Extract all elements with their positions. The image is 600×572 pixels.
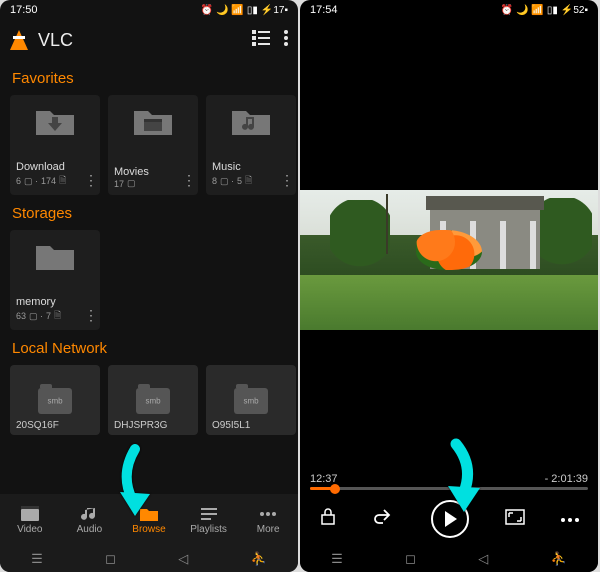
alarm-icon: ⏰	[501, 5, 513, 16]
playlists-icon	[199, 506, 219, 522]
card-more-icon[interactable]: ⋮	[84, 307, 98, 324]
local-network-row: smb 20SQ16F smb DHJSPR3G smb O95I5L1	[0, 365, 298, 435]
nav-video[interactable]: Video	[0, 494, 60, 546]
local-network-section-title: Local Network	[0, 330, 298, 365]
recent-apps-button[interactable]: ☰	[31, 551, 43, 567]
smb-folder-icon: smb	[136, 388, 170, 414]
recent-apps-button[interactable]: ☰	[331, 551, 343, 567]
time-remaining: - 2:01:39	[545, 473, 588, 485]
signal-icon: ▯▮	[247, 5, 258, 16]
favorite-music[interactable]: Music 8▢ · 5🗎 ⋮	[206, 95, 296, 195]
status-bar: 17:50 ⏰ 🌙 📶 ▯▮ ⚡17▪	[0, 0, 298, 20]
player-more-icon[interactable]	[560, 510, 580, 528]
lock-icon[interactable]	[318, 508, 338, 531]
network-share[interactable]: smb DHJSPR3G	[108, 365, 198, 435]
movies-folder-icon	[132, 105, 174, 137]
back-button[interactable]: ◁	[478, 551, 488, 567]
battery-icon: ⚡52▪	[561, 5, 588, 16]
view-list-icon[interactable]	[252, 30, 270, 51]
player-controls	[300, 496, 598, 542]
smb-folder-icon: smb	[234, 388, 268, 414]
alarm-icon: ⏰	[201, 5, 213, 16]
nav-more[interactable]: More	[238, 494, 298, 546]
repeat-icon[interactable]	[373, 508, 395, 531]
system-nav-bar: ☰ ◻ ◁ ⛹	[0, 546, 298, 572]
wifi-icon: 📶	[231, 5, 243, 16]
favorites-row: Download 6▢ · 174🗎 ⋮ Movies 17▢ ⋮ Music …	[0, 95, 298, 195]
system-nav-bar: ☰ ◻ ◁ ⛹	[300, 546, 598, 572]
status-time: 17:54	[310, 4, 338, 16]
vlc-player-screen: 17:54 ⏰ 🌙 📶 ▯▮ ⚡52▪	[300, 0, 598, 572]
more-icon	[258, 506, 278, 522]
vlc-logo-icon	[10, 30, 28, 50]
battery-icon: ⚡17▪	[261, 5, 288, 16]
accessibility-button[interactable]: ⛹	[251, 551, 267, 567]
dnd-icon: 🌙	[216, 5, 228, 16]
progress-area: 12:37 - 2:01:39	[300, 473, 598, 490]
folder-icon	[34, 240, 76, 272]
video-icon	[20, 506, 40, 522]
card-more-icon[interactable]: ⋮	[182, 172, 196, 189]
play-button[interactable]	[431, 500, 469, 538]
status-icons: ⏰ 🌙 📶 ▯▮ ⚡52▪	[501, 5, 589, 16]
signal-icon: ▯▮	[547, 5, 558, 16]
nav-audio[interactable]: Audio	[60, 494, 120, 546]
back-button[interactable]: ◁	[178, 551, 188, 567]
home-button[interactable]: ◻	[405, 551, 416, 567]
storages-section-title: Storages	[0, 195, 298, 230]
status-icons: ⏰ 🌙 📶 ▯▮ ⚡17▪	[201, 5, 289, 16]
video-frame[interactable]	[300, 190, 598, 330]
wifi-icon: 📶	[531, 5, 543, 16]
seek-bar[interactable]	[310, 487, 588, 490]
aspect-ratio-icon[interactable]	[505, 509, 525, 530]
app-top-bar: VLC	[0, 20, 298, 60]
storage-internal[interactable]: memory 63▢ · 7🗎 ⋮	[10, 230, 100, 330]
smb-folder-icon: smb	[38, 388, 72, 414]
card-more-icon[interactable]: ⋮	[280, 172, 294, 189]
music-folder-icon	[230, 105, 272, 137]
favorites-section-title: Favorites	[0, 60, 298, 95]
nav-browse[interactable]: Browse	[119, 494, 179, 546]
status-bar: 17:54 ⏰ 🌙 📶 ▯▮ ⚡52▪	[300, 0, 598, 20]
card-more-icon[interactable]: ⋮	[84, 172, 98, 189]
vlc-browse-screen: 17:50 ⏰ 🌙 📶 ▯▮ ⚡17▪ VLC Favorites	[0, 0, 298, 572]
bottom-nav: Video Audio Browse Playlists More	[0, 494, 298, 546]
download-folder-icon	[34, 105, 76, 137]
home-button[interactable]: ◻	[105, 551, 116, 567]
accessibility-button[interactable]: ⛹	[551, 551, 567, 567]
play-icon	[445, 511, 457, 527]
status-time: 17:50	[10, 4, 38, 16]
dnd-icon: 🌙	[516, 5, 528, 16]
browse-icon	[139, 506, 159, 522]
favorite-download[interactable]: Download 6▢ · 174🗎 ⋮	[10, 95, 100, 195]
network-share[interactable]: smb 20SQ16F	[10, 365, 100, 435]
nav-playlists[interactable]: Playlists	[179, 494, 239, 546]
audio-icon	[79, 506, 99, 522]
network-share[interactable]: smb O95I5L1	[206, 365, 296, 435]
overflow-menu-icon[interactable]	[284, 30, 288, 51]
favorite-movies[interactable]: Movies 17▢ ⋮	[108, 95, 198, 195]
app-title: VLC	[38, 30, 238, 51]
storages-row: memory 63▢ · 7🗎 ⋮	[0, 230, 298, 330]
